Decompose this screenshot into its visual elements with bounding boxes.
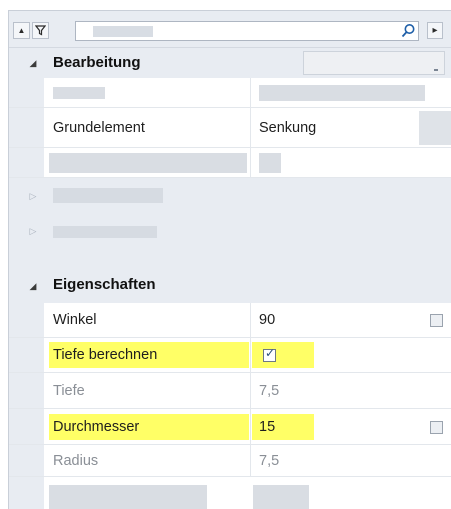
redacted-category-label: [53, 226, 157, 238]
property-grid-toolbar: ▲ ▸: [9, 11, 451, 48]
funnel-icon: [35, 25, 46, 36]
chevron-up-icon: ▲: [17, 25, 26, 35]
filter-button[interactable]: [32, 22, 49, 39]
property-name: Winkel: [53, 312, 97, 328]
durchmesser-checkbox[interactable]: [430, 421, 443, 434]
property-row-grundelement[interactable]: Grundelement Senkung: [9, 108, 451, 148]
category-collapsed-1[interactable]: ▷: [9, 178, 451, 214]
redacted-value: [259, 85, 425, 101]
property-name: Durchmesser: [53, 419, 140, 435]
more-button[interactable]: ▸: [427, 22, 443, 39]
redacted-name: [49, 153, 247, 173]
property-row-radius[interactable]: Radius 7,5: [9, 445, 451, 477]
property-row-tiefe[interactable]: Tiefe 7,5: [9, 373, 451, 409]
expand-arrow-icon[interactable]: ◢: [27, 57, 39, 69]
category-dropdown[interactable]: [303, 51, 445, 75]
property-name: Radius: [53, 453, 99, 469]
dropdown-indicator-icon: [434, 69, 438, 71]
property-value[interactable]: 90: [259, 312, 275, 328]
property-row-placeholder-3[interactable]: [9, 477, 451, 509]
redacted-value: [253, 485, 309, 509]
winkel-checkbox[interactable]: [430, 314, 443, 327]
magnifier-icon[interactable]: [400, 23, 416, 39]
collapse-all-button[interactable]: ▲: [13, 22, 30, 39]
expand-arrow-icon[interactable]: ▷: [27, 190, 39, 202]
triangle-right-icon: ▸: [432, 24, 438, 36]
property-value[interactable]: 15: [259, 419, 275, 435]
property-row-placeholder-1[interactable]: [9, 78, 451, 108]
search-input[interactable]: [75, 21, 419, 41]
property-row-durchmesser[interactable]: Durchmesser 15: [9, 409, 451, 445]
redacted-category-label: [53, 188, 163, 203]
value-editor-button[interactable]: [419, 111, 451, 145]
category-label: Bearbeitung: [53, 54, 141, 71]
property-row-winkel[interactable]: Winkel 90: [9, 303, 451, 338]
redacted-name: [49, 485, 207, 509]
property-value: 7,5: [259, 453, 280, 469]
property-name: Tiefe: [53, 383, 85, 399]
property-value: 7,5: [259, 383, 280, 399]
category-label: Eigenschaften: [53, 276, 156, 293]
redacted-name: [53, 87, 105, 99]
property-row-tiefe-berechnen[interactable]: Tiefe berechnen ✓: [9, 338, 451, 373]
expand-arrow-icon[interactable]: ◢: [27, 280, 39, 292]
category-bearbeitung[interactable]: ◢ Bearbeitung: [9, 48, 451, 78]
category-eigenschaften[interactable]: ◢ Eigenschaften: [9, 248, 451, 303]
property-name: Tiefe berechnen: [53, 347, 158, 363]
highlight-marker: [252, 342, 314, 368]
expand-arrow-icon[interactable]: ▷: [27, 225, 39, 237]
property-grid: ▲ ▸ ◢ Bearbeitung Grundelement Senkung ▷…: [8, 10, 451, 509]
category-collapsed-2[interactable]: ▷: [9, 214, 451, 248]
search-placeholder: [93, 26, 153, 37]
property-name: Grundelement: [53, 120, 145, 136]
tiefe-berechnen-checkbox[interactable]: ✓: [263, 346, 276, 362]
property-value[interactable]: Senkung: [259, 120, 316, 136]
check-icon: ✓: [265, 346, 276, 360]
property-row-placeholder-2[interactable]: [9, 148, 451, 178]
redacted-value: [259, 153, 281, 173]
